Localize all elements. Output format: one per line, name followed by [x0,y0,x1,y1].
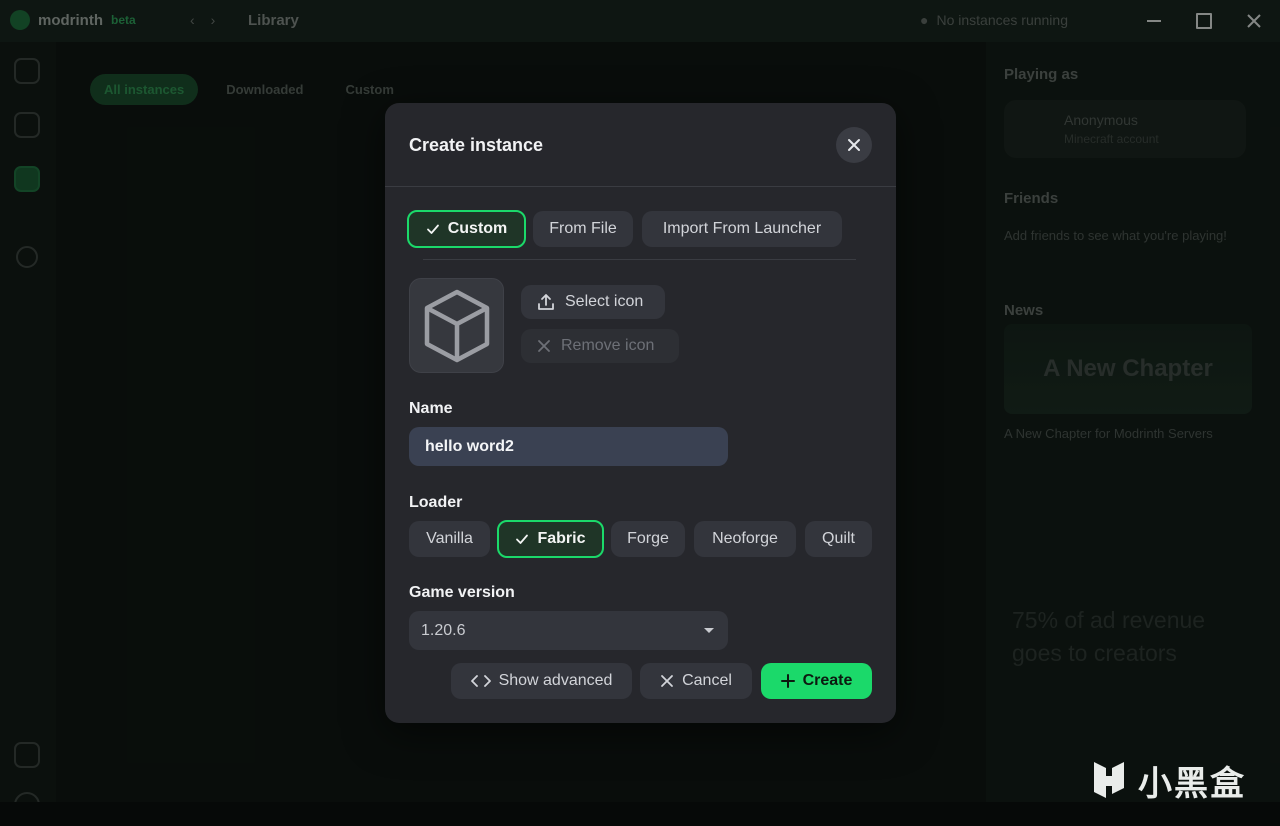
modal-header: Create instance [385,103,896,187]
code-icon [470,675,491,687]
loader-vanilla[interactable]: Vanilla [409,521,490,557]
x-icon [661,675,673,687]
watermark-text: 小黑盒 [1138,764,1246,804]
remove-icon-label: Remove icon [561,337,655,354]
tab-custom[interactable]: Custom [407,210,526,248]
remove-icon-button: Remove icon [521,329,679,363]
x-icon [538,340,550,352]
name-input[interactable] [409,427,728,466]
close-button[interactable] [836,127,872,163]
plus-icon [780,674,795,688]
watermark: 小黑盒 [1088,756,1246,805]
create-button[interactable]: Create [761,663,872,699]
loader-vanilla-label: Vanilla [426,530,473,547]
create-label: Create [802,672,853,689]
loader-forge[interactable]: Forge [611,521,685,557]
upload-icon [538,294,554,310]
tab-import-label: Import From Launcher [662,220,822,237]
select-icon-label: Select icon [565,293,644,310]
loader-forge-label: Forge [627,530,669,547]
loader-neoforge[interactable]: Neoforge [694,521,796,557]
loader-label: Loader [409,494,463,511]
tab-import-from-launcher[interactable]: Import From Launcher [642,211,842,247]
cancel-button[interactable]: Cancel [640,663,752,699]
game-version-value: 1.20.6 [421,621,466,639]
modal-title: Create instance [409,135,544,155]
name-label: Name [409,400,453,417]
instance-icon-preview [409,278,504,373]
cube-icon [424,289,489,362]
divider [423,259,856,260]
loader-fabric[interactable]: Fabric [497,520,604,558]
tab-custom-label: Custom [447,220,508,237]
loader-neoforge-label: Neoforge [712,530,778,547]
chevron-down-icon [704,628,714,633]
tab-from-file[interactable]: From File [533,211,633,247]
check-icon [426,224,439,234]
check-icon [516,534,529,544]
tab-from-file-label: From File [549,220,617,237]
select-icon-button[interactable]: Select icon [521,285,665,319]
cancel-label: Cancel [682,672,732,689]
loader-fabric-label: Fabric [537,530,586,547]
game-version-label: Game version [409,584,515,601]
loader-quilt[interactable]: Quilt [805,521,872,557]
loader-quilt-label: Quilt [822,530,855,547]
close-icon [848,139,860,151]
heybox-logo-icon [1094,761,1124,798]
create-instance-modal: Create instance Custom From File Import … [385,103,896,723]
show-advanced-button[interactable]: Show advanced [451,663,632,699]
show-advanced-label: Show advanced [498,672,613,689]
game-version-select[interactable]: 1.20.6 [409,611,728,650]
